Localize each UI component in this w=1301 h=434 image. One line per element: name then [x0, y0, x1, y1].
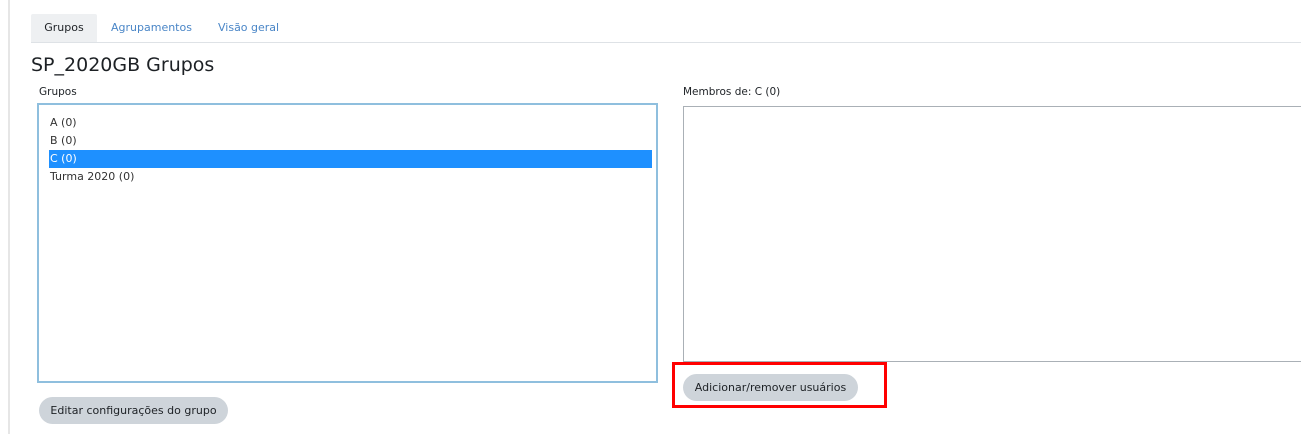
group-option-a[interactable]: A (0) — [49, 114, 652, 132]
tab-agrupamentos[interactable]: Agrupamentos — [111, 14, 192, 42]
members-label: Membros de: C (0) — [683, 86, 781, 98]
tab-visao-geral[interactable]: Visão geral — [218, 14, 279, 42]
members-select-list[interactable] — [683, 106, 1301, 362]
page-title: SP_2020GB Grupos — [31, 54, 215, 76]
groups-select-list[interactable]: A (0) B (0) C (0) Turma 2020 (0) — [37, 103, 658, 383]
add-remove-users-button[interactable]: Adicionar/remover usuários — [683, 374, 858, 401]
tab-grupos[interactable]: Grupos — [31, 14, 97, 42]
edit-group-settings-button[interactable]: Editar configurações do grupo — [39, 397, 228, 424]
group-option-b[interactable]: B (0) — [49, 132, 652, 150]
group-management-page: Grupos Agrupamentos Visão geral SP_2020G… — [0, 0, 1301, 434]
group-option-turma-2020[interactable]: Turma 2020 (0) — [49, 168, 652, 186]
groups-label: Grupos — [39, 86, 77, 98]
groups-options: A (0) B (0) C (0) Turma 2020 (0) — [49, 114, 652, 186]
left-divider — [8, 0, 10, 434]
group-option-c[interactable]: C (0) — [49, 150, 652, 168]
tab-bar: Grupos Agrupamentos Visão geral — [31, 14, 1301, 43]
